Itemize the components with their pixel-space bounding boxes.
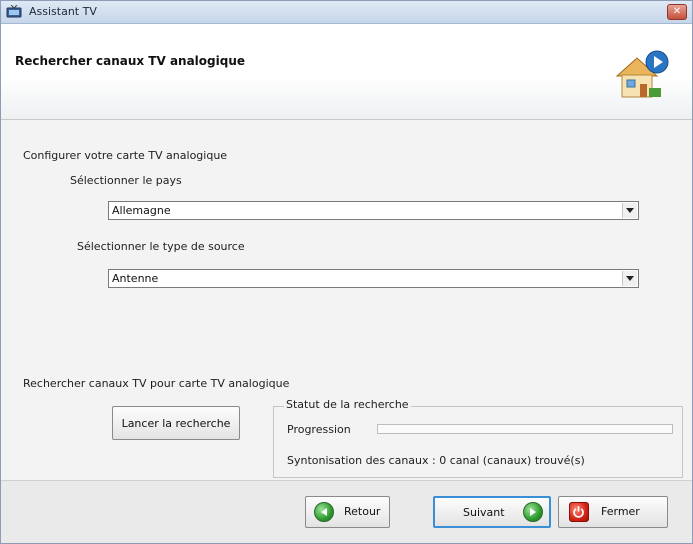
- back-button[interactable]: Retour: [305, 496, 390, 528]
- title-bar[interactable]: Assistant TV ✕: [1, 1, 692, 24]
- tuning-status-text: Syntonisation des canaux : 0 canal (cana…: [287, 454, 585, 467]
- start-search-button[interactable]: Lancer la recherche: [112, 406, 240, 440]
- page-title: Rechercher canaux TV analogique: [15, 54, 246, 68]
- back-button-label: Retour: [344, 505, 381, 518]
- config-section-label: Configurer votre carte TV analogique: [23, 149, 228, 162]
- close-button[interactable]: Fermer: [558, 496, 668, 528]
- country-select[interactable]: Allemagne: [108, 201, 639, 220]
- window-title: Assistant TV: [29, 5, 97, 18]
- progress-bar: [377, 424, 673, 434]
- back-arrow-icon: [314, 502, 334, 522]
- search-status-group: Statut de la recherche Progression Synto…: [273, 398, 683, 478]
- next-arrow-icon: [523, 502, 543, 522]
- wizard-content: Configurer votre carte TV analogique Sél…: [1, 120, 692, 480]
- next-button-label: Suivant: [463, 506, 505, 519]
- power-icon: [569, 502, 589, 522]
- close-button-label: Fermer: [601, 505, 640, 518]
- chevron-down-icon[interactable]: [622, 271, 637, 286]
- search-status-title: Statut de la recherche: [284, 398, 411, 411]
- next-button[interactable]: Suivant: [433, 496, 551, 528]
- source-type-select[interactable]: Antenne: [108, 269, 639, 288]
- search-section-label: Rechercher canaux TV pour carte TV analo…: [23, 377, 290, 390]
- wizard-window: Assistant TV ✕ Rechercher canaux TV anal…: [0, 0, 693, 544]
- source-type-select-value: Antenne: [112, 272, 159, 285]
- country-select-value: Allemagne: [112, 204, 171, 217]
- chevron-down-icon[interactable]: [622, 203, 637, 218]
- tv-icon: [6, 5, 22, 18]
- source-type-label: Sélectionner le type de source: [77, 240, 245, 253]
- close-icon: ✕: [672, 6, 682, 17]
- wizard-footer: Retour Suivant Fermer: [1, 480, 692, 543]
- progress-label: Progression: [287, 423, 351, 436]
- wizard-header: Rechercher canaux TV analogique: [1, 24, 692, 120]
- window-close-button[interactable]: ✕: [667, 4, 687, 20]
- country-label: Sélectionner le pays: [70, 174, 182, 187]
- house-play-icon: [615, 50, 669, 98]
